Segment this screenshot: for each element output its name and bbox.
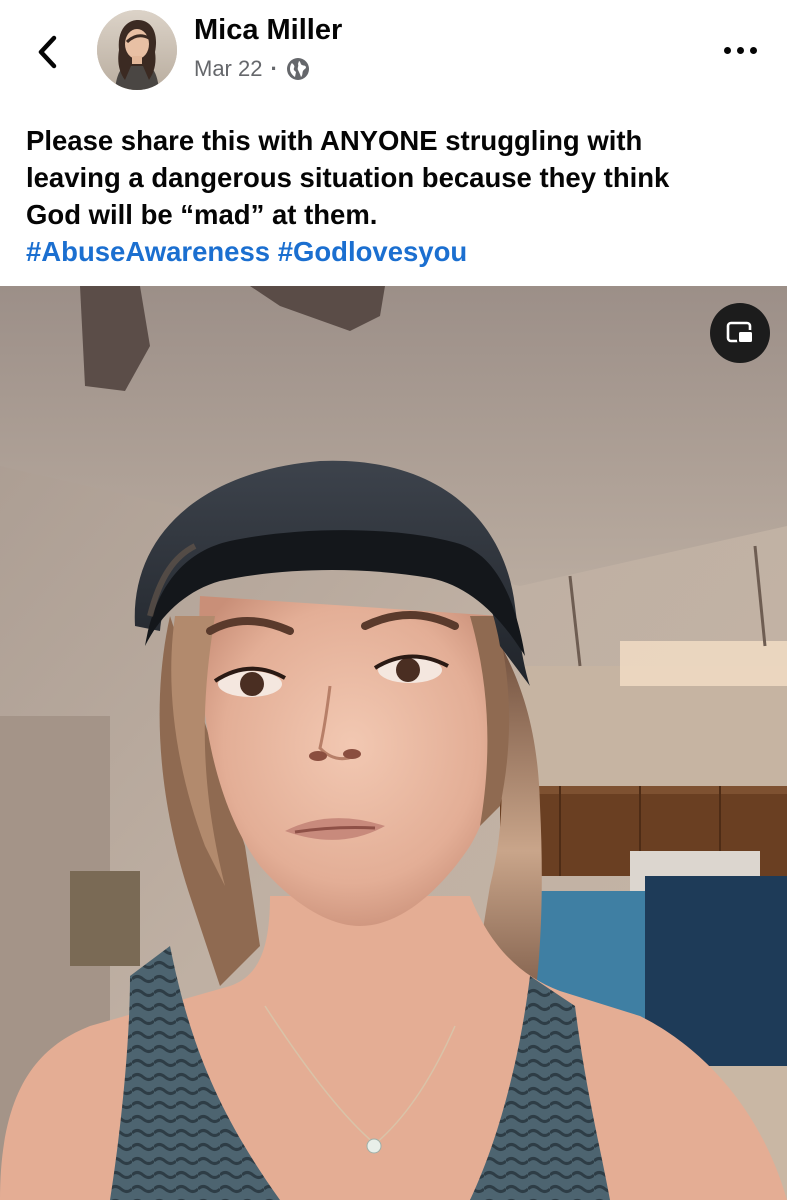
video-frame — [0, 286, 787, 1200]
more-dot-icon — [736, 46, 744, 54]
avatar[interactable] — [97, 10, 177, 90]
more-dot-icon — [749, 46, 757, 54]
post-header: Mica Miller Mar 22 · — [0, 0, 787, 110]
chevron-left-icon — [38, 35, 57, 69]
globe-icon — [286, 58, 309, 80]
picture-in-picture-icon — [726, 321, 754, 344]
author-name[interactable]: Mica Miller — [194, 14, 342, 47]
back-button[interactable] — [30, 30, 66, 74]
hashtag-row: #AbuseAwareness #Godlovesyou — [26, 233, 766, 270]
post-caption: Please share this with ANYONE struggling… — [26, 122, 766, 270]
post-date[interactable]: Mar 22 — [194, 56, 262, 82]
picture-in-picture-button[interactable] — [710, 303, 770, 363]
post-video[interactable] — [0, 286, 787, 1200]
more-dot-icon — [723, 46, 731, 54]
caption-line: leaving a dangerous situation because th… — [26, 162, 670, 193]
post-meta: Mar 22 · — [194, 56, 310, 82]
avatar-image — [97, 10, 177, 90]
more-options-button[interactable] — [718, 32, 762, 68]
hashtag-link[interactable]: #AbuseAwareness — [26, 236, 270, 267]
meta-separator: · — [270, 56, 278, 81]
caption-line: God will be “mad” at them. — [26, 199, 378, 230]
hashtag-link[interactable]: #Godlovesyou — [278, 236, 468, 267]
caption-line: Please share this with ANYONE struggling… — [26, 125, 643, 156]
